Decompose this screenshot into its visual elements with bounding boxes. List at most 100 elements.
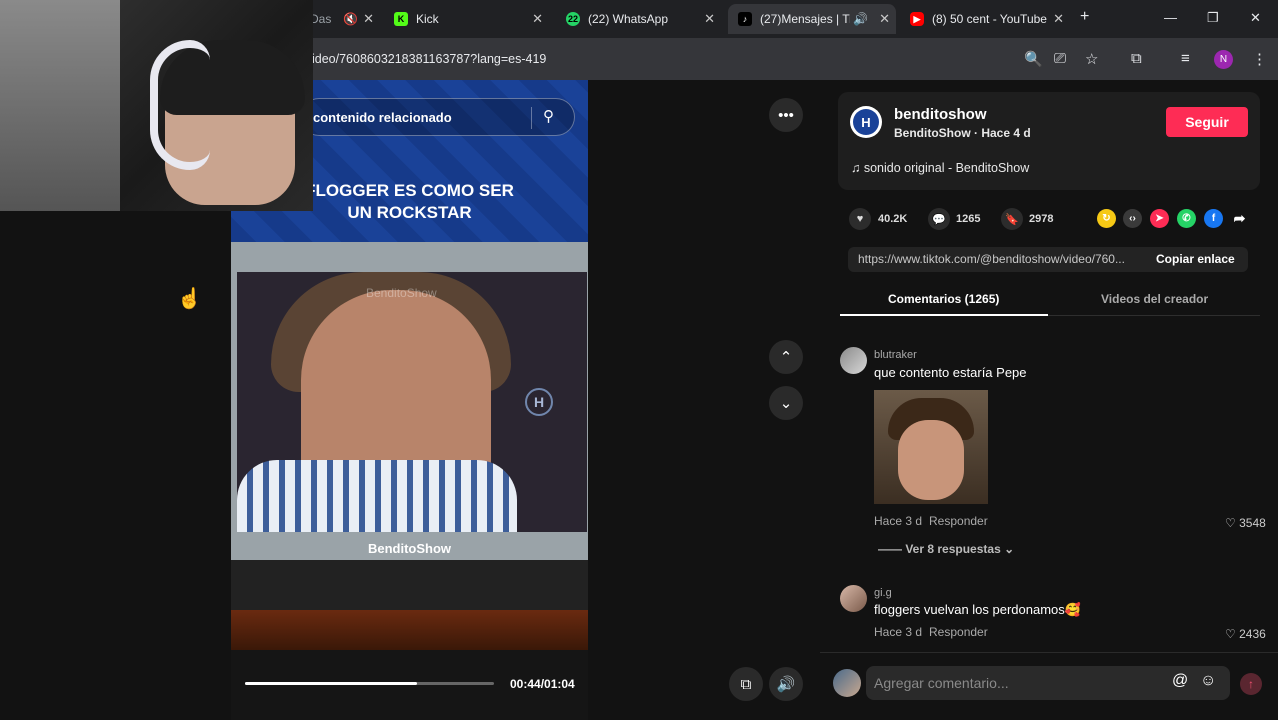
comment-time: Hace 3 d — [874, 625, 923, 639]
speaker-icon[interactable]: 🔊 — [853, 12, 868, 26]
chevron-down-icon: ⌄ — [1000, 542, 1015, 556]
user-avatar[interactable] — [833, 669, 861, 697]
comment-username[interactable]: gi.g — [874, 587, 892, 599]
search-separator — [531, 107, 532, 129]
heart-outline-icon: ♡ — [1225, 516, 1240, 530]
video-watermark: BenditoShow — [366, 286, 437, 300]
creator-name[interactable]: benditoshow — [894, 106, 987, 123]
whatsapp-share-icon[interactable]: ✆ — [1177, 209, 1196, 228]
minimize-icon[interactable]: — — [1164, 10, 1177, 25]
media-control-icon[interactable]: ≡ — [1181, 50, 1190, 67]
view-replies-label: Ver 8 respuestas — [905, 542, 1001, 556]
comment-gif-image[interactable] — [874, 390, 988, 504]
cast-icon[interactable]: ⎚ — [1054, 50, 1066, 67]
comment-like-count: 2436 — [1239, 627, 1266, 641]
comment-like[interactable]: ♡ 2436 — [1225, 627, 1266, 641]
share-link-box: https://www.tiktok.com/@benditoshow/vide… — [848, 247, 1248, 272]
tab-kick[interactable]: K Kick ✕ — [384, 4, 549, 34]
reply-button[interactable]: Responder — [929, 514, 988, 528]
new-tab-button[interactable]: + — [1080, 8, 1089, 26]
follow-button[interactable]: Seguir — [1166, 107, 1248, 137]
restore-icon[interactable]: ❐ — [1207, 10, 1219, 26]
close-icon[interactable]: ✕ — [363, 11, 374, 27]
tab-tiktok[interactable]: ♪ (27)Mensajes | Ti 🔊 ✕ — [728, 4, 896, 34]
extensions-icon[interactable]: ⧉ — [1131, 50, 1142, 67]
url-field[interactable]: ideo/7608603218381163787?lang=es-419 — [312, 52, 546, 66]
benditoshow-logo-icon: H — [525, 388, 553, 416]
repost-icon[interactable]: ↻ — [1097, 209, 1116, 228]
sound-link[interactable]: ♫ sonido original - BenditoShow — [851, 161, 1029, 175]
shelf — [231, 610, 588, 650]
creator-avatar[interactable]: H — [850, 106, 882, 138]
music-note-icon: ♫ — [851, 161, 864, 175]
close-window-icon[interactable]: ✕ — [1250, 10, 1261, 26]
tab-whatsapp[interactable]: 22 (22) WhatsApp ✕ — [556, 4, 721, 34]
more-options-button[interactable]: ••• — [769, 98, 803, 132]
pip-button[interactable]: ⧉ — [729, 667, 763, 701]
close-icon[interactable]: ✕ — [1053, 11, 1064, 27]
kick-logo-icon: K — [394, 12, 408, 26]
gif-person-face — [898, 420, 964, 500]
tv-label: BenditoShow — [367, 541, 452, 556]
comment-input-placeholder: Agregar comentario... — [874, 675, 1009, 691]
tab-tiktok-label: (27)Mensajes | Ti — [760, 12, 850, 26]
comment-icon[interactable]: 💬 — [928, 208, 950, 230]
view-replies-button[interactable]: —— Ver 8 respuestas ⌄ — [878, 542, 1014, 556]
close-icon[interactable]: ✕ — [532, 11, 543, 27]
comment-input[interactable]: Agregar comentario... @ ☺ — [866, 666, 1230, 700]
mention-icon[interactable]: @ — [1172, 672, 1188, 690]
comment-username[interactable]: blutraker — [874, 349, 917, 361]
like-icon[interactable]: ♥ — [849, 208, 871, 230]
emoji-icon[interactable]: ☺ — [1200, 672, 1216, 690]
comment-text: floggers vuelvan los perdonamos🥰 — [874, 602, 1081, 617]
tab-youtube-label: (8) 50 cent - YouTube — [932, 12, 1047, 26]
like-count: 40.2K — [878, 213, 908, 225]
send-comment-button[interactable]: ↑ — [1240, 673, 1262, 695]
save-icon[interactable]: 🔖 — [1001, 208, 1023, 230]
webcam-overlay — [0, 0, 313, 211]
tab-youtube[interactable]: ▶ (8) 50 cent - YouTube ✕ — [900, 4, 1070, 34]
comment-avatar[interactable] — [840, 585, 867, 612]
menu-icon[interactable]: ⋮ — [1252, 50, 1267, 68]
active-tab-underline — [840, 314, 1048, 316]
comment-text: que contento estaría Pepe — [874, 365, 1027, 380]
close-icon[interactable]: ✕ — [704, 11, 715, 27]
next-video-button[interactable]: ⌄ — [769, 386, 803, 420]
comments-tabs: Comentarios (1265) Videos del creador — [840, 284, 1260, 316]
video-timecode: 00:44/01:04 — [510, 677, 575, 691]
video-person-shirt — [237, 460, 517, 532]
search-icon[interactable]: ⚲ — [543, 107, 554, 125]
tab-whatsapp-label: (22) WhatsApp — [588, 12, 669, 26]
tab-comments[interactable]: Comentarios (1265) — [888, 292, 999, 306]
reply-button[interactable]: Responder — [929, 625, 988, 639]
close-icon[interactable]: ✕ — [879, 11, 890, 27]
headphones — [150, 40, 210, 170]
share-arrow-icon[interactable]: ➦ — [1230, 209, 1249, 228]
comment-count: 1265 — [956, 213, 981, 225]
divider-line: —— — [878, 542, 906, 556]
comment-like-count: 3548 — [1239, 516, 1266, 530]
send-to-friends-icon[interactable]: ➤ — [1150, 209, 1169, 228]
heart-outline-icon: ♡ — [1225, 627, 1240, 641]
facebook-share-icon[interactable]: f — [1204, 209, 1223, 228]
previous-video-button[interactable]: ⌃ — [769, 340, 803, 374]
sound-label: sonido original - BenditoShow — [863, 161, 1030, 175]
embed-icon[interactable]: ‹› — [1123, 209, 1142, 228]
volume-button[interactable]: 🔊 — [769, 667, 803, 701]
tab-creator-videos[interactable]: Videos del creador — [1101, 292, 1208, 306]
video-progress-bar[interactable] — [245, 682, 494, 685]
comment-like[interactable]: ♡ 3548 — [1225, 516, 1266, 530]
related-search-box[interactable]: contenido relacionado ⚲ — [300, 98, 575, 136]
mute-icon[interactable]: 🔇 — [343, 12, 358, 26]
benditoshow-logo-icon: H — [853, 109, 879, 135]
profile-avatar[interactable]: N — [1214, 50, 1233, 69]
comment-avatar[interactable] — [840, 347, 867, 374]
share-link-url[interactable]: https://www.tiktok.com/@benditoshow/vide… — [858, 252, 1138, 266]
bookmark-star-icon[interactable]: ☆ — [1085, 50, 1098, 68]
comment-time: Hace 3 d — [874, 514, 923, 528]
zoom-icon[interactable]: 🔍 — [1024, 50, 1043, 68]
youtube-icon: ▶ — [910, 12, 924, 26]
related-search-text: contenido relacionado — [313, 110, 452, 125]
hand-cursor-icon: ☝ — [177, 288, 202, 310]
copy-link-button[interactable]: Copiar enlace — [1156, 252, 1235, 266]
